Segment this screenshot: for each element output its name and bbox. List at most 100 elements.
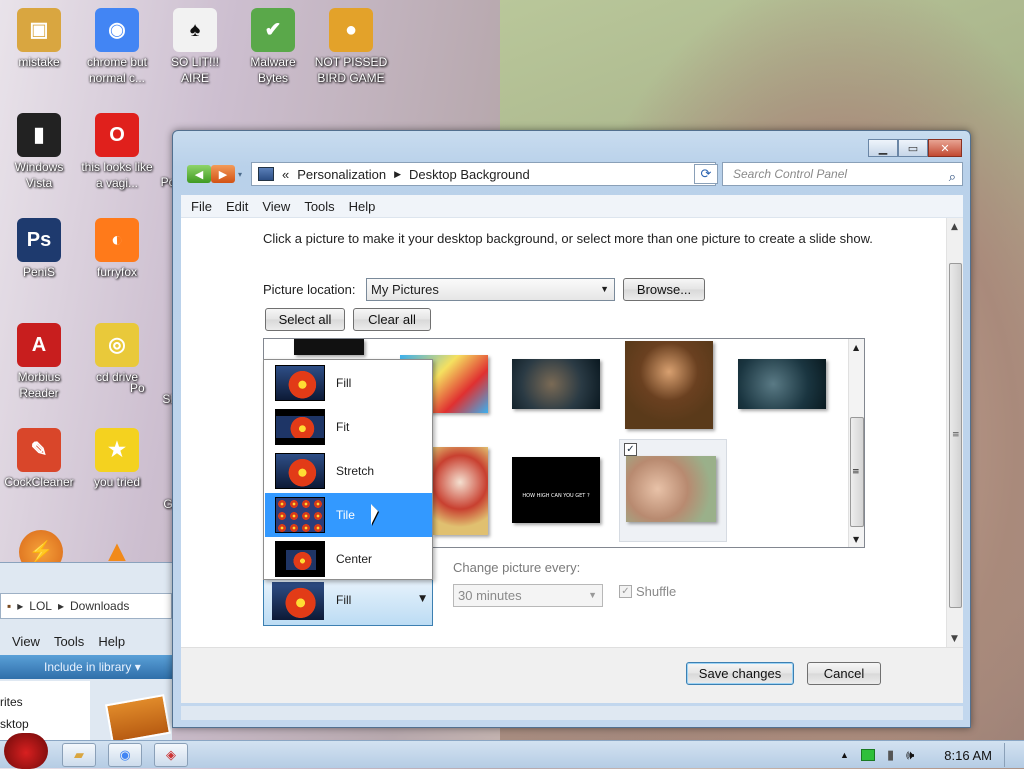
save-changes-button[interactable]: Save changes <box>686 662 794 685</box>
picture-thumbnail[interactable] <box>512 359 600 409</box>
scroll-down-icon[interactable]: ▼ <box>951 634 958 644</box>
browse-button[interactable]: Browse... <box>623 278 705 301</box>
history-dropdown-icon[interactable]: ▾ <box>238 170 242 179</box>
content-scrollbar[interactable]: ▲ ≡ ▼ <box>946 218 963 648</box>
explorer-menu-view[interactable]: View <box>12 634 40 649</box>
show-hidden-icons-icon[interactable]: ▲ <box>840 750 849 760</box>
refresh-icon: ⟳ <box>700 166 712 182</box>
scroll-up-icon[interactable]: ▲ <box>951 222 958 232</box>
selected-picture[interactable]: ✓ <box>619 439 727 542</box>
desktop-icon[interactable]: Ps PeniS <box>0 218 78 280</box>
explorer-menu-tools[interactable]: Tools <box>54 634 84 649</box>
chevron-down-icon: ▾ <box>134 660 141 674</box>
taskbar-explorer-button[interactable]: ▰ <box>62 743 96 767</box>
desktop-icon[interactable]: ✔ Malware Bytes <box>234 8 312 86</box>
back-button[interactable]: ◀ <box>187 165 211 183</box>
desktop-icon[interactable]: ✎ CockCleaner <box>0 428 78 490</box>
explorer-window[interactable]: ▪ ▸ LOL ▸ Downloads View Tools Help Incl… <box>0 562 172 744</box>
forward-button[interactable]: ▶ <box>211 165 235 183</box>
close-icon: ✕ <box>940 141 950 155</box>
navigation-bar: ◀ ▶ ▾ « Personalization ▶ Desktop Backgr… <box>181 162 963 188</box>
path-separator: ▸ <box>17 599 24 613</box>
explorer-crumb[interactable]: LOL <box>29 599 52 613</box>
gallery-scrollbar[interactable]: ▲ ≡ ▼ <box>848 339 864 547</box>
close-button[interactable]: ✕ <box>928 139 962 157</box>
desktop-icon[interactable]: ◎ cd drive <box>78 323 156 385</box>
desktop-icon[interactable]: ♠ SO LIT!!! AIRE <box>156 8 234 86</box>
picture-thumbnail[interactable] <box>432 447 488 535</box>
fill-preview-icon <box>275 365 325 401</box>
scroll-down-icon[interactable]: ▼ <box>853 535 859 544</box>
picture-location-label: Picture location: <box>263 282 356 297</box>
explorer-crumb[interactable]: Downloads <box>70 599 129 613</box>
desktop-icon-label: Morbius Reader <box>17 370 61 400</box>
breadcrumb-personalization[interactable]: Personalization <box>297 167 386 182</box>
position-option-fill[interactable]: Fill <box>265 361 432 405</box>
search-icon[interactable]: ⌕ <box>949 166 956 188</box>
position-option-tile[interactable]: Tile <box>265 493 432 537</box>
menu-help[interactable]: Help <box>349 199 376 214</box>
path-separator: ▸ <box>57 599 65 613</box>
desktop-icon-label: furryfox <box>96 265 137 279</box>
taskbar-chrome-button[interactable]: ◉ <box>108 743 142 767</box>
desktop-icon-label: mistake <box>18 55 60 69</box>
taskbar-control-panel-button[interactable]: ◈ <box>154 743 188 767</box>
nav-item[interactable]: rites <box>0 695 90 717</box>
clock[interactable]: 8:16 AM <box>944 748 992 763</box>
picture-thumbnail[interactable] <box>294 339 364 355</box>
position-option-fit[interactable]: Fit <box>265 405 432 449</box>
position-option-stretch[interactable]: Stretch <box>265 449 432 493</box>
desktop-icon[interactable]: ◉ chrome but normal c... <box>78 8 156 86</box>
include-in-library-button[interactable]: Include in library <box>44 660 131 674</box>
picture-thumbnail[interactable]: HOW HIGH CAN YOU GET ? <box>512 457 600 523</box>
folder-icon: ▣ <box>17 8 61 52</box>
explorer-address-bar[interactable]: ▪ ▸ LOL ▸ Downloads <box>0 593 172 619</box>
desktop-icon[interactable]: ★ you tried <box>78 428 156 490</box>
power-icon[interactable]: ▮ <box>887 747 894 763</box>
breadcrumb-desktop-background[interactable]: Desktop Background <box>409 167 530 182</box>
explorer-menu-help[interactable]: Help <box>98 634 125 649</box>
desktop-icon[interactable]: A Morbius Reader <box>0 323 78 401</box>
maximize-button[interactable]: ▭ <box>898 139 928 157</box>
volume-icon[interactable]: 🕪 <box>906 747 914 763</box>
desktop-icon[interactable]: ▮ Windows Vista <box>0 113 78 191</box>
address-overflow[interactable]: « <box>282 167 289 182</box>
select-all-button[interactable]: Select all <box>265 308 345 331</box>
desktop-icon[interactable]: ◐ furryfox <box>78 218 156 280</box>
dialog-footer: Save changes Cancel <box>181 647 963 703</box>
cancel-button[interactable]: Cancel <box>807 662 881 685</box>
show-desktop-button[interactable] <box>1004 743 1014 767</box>
menu-file[interactable]: File <box>191 199 212 214</box>
refresh-button[interactable]: ⟳ <box>694 164 718 184</box>
thumbnail-caption: HOW HIGH CAN YOU GET ? <box>522 493 590 499</box>
menu-tools[interactable]: Tools <box>304 199 334 214</box>
cd-icon: ◎ <box>95 323 139 367</box>
scroll-up-icon[interactable]: ▲ <box>853 343 859 352</box>
picture-position-select[interactable]: Fill ▼ <box>263 576 433 626</box>
menu-edit[interactable]: Edit <box>226 199 248 214</box>
address-bar[interactable]: « Personalization ▶ Desktop Background ▼ <box>251 162 716 186</box>
menu-view[interactable]: View <box>262 199 290 214</box>
green-pig-icon: ● <box>329 8 373 52</box>
desktop-icon[interactable]: ▣ mistake <box>0 8 78 70</box>
position-option-center[interactable]: Center <box>265 537 432 581</box>
desktop-icon[interactable]: Othis looks like a vagi... <box>78 113 156 191</box>
picture-position-dropdown[interactable]: Fill Fit Stretch Tile Center <box>263 359 433 580</box>
picture-checkbox[interactable]: ✓ <box>624 443 637 456</box>
instructions-text: Click a picture to make it your desktop … <box>263 231 873 246</box>
search-input[interactable]: Search Control Panel ⌕ <box>722 162 963 186</box>
minimize-button[interactable]: ▁ <box>868 139 898 157</box>
control-panel-icon <box>258 167 274 181</box>
network-icon[interactable] <box>860 749 875 761</box>
stretch-preview-icon <box>275 453 325 489</box>
picture-thumbnail[interactable] <box>738 359 826 409</box>
picture-thumbnail[interactable] <box>625 341 713 429</box>
clear-all-button[interactable]: Clear all <box>353 308 431 331</box>
center-preview-icon <box>275 541 325 577</box>
start-button[interactable] <box>4 733 48 769</box>
desktop-icon[interactable]: ● NOT PISSED BIRD GAME <box>312 8 390 86</box>
change-interval-select[interactable]: 30 minutes ▼ <box>453 584 603 607</box>
shuffle-checkbox[interactable]: ✓ Shuffle <box>619 584 676 599</box>
forward-arrow-icon: ▶ <box>218 167 228 181</box>
picture-location-select[interactable]: My Pictures ▼ <box>366 278 615 301</box>
